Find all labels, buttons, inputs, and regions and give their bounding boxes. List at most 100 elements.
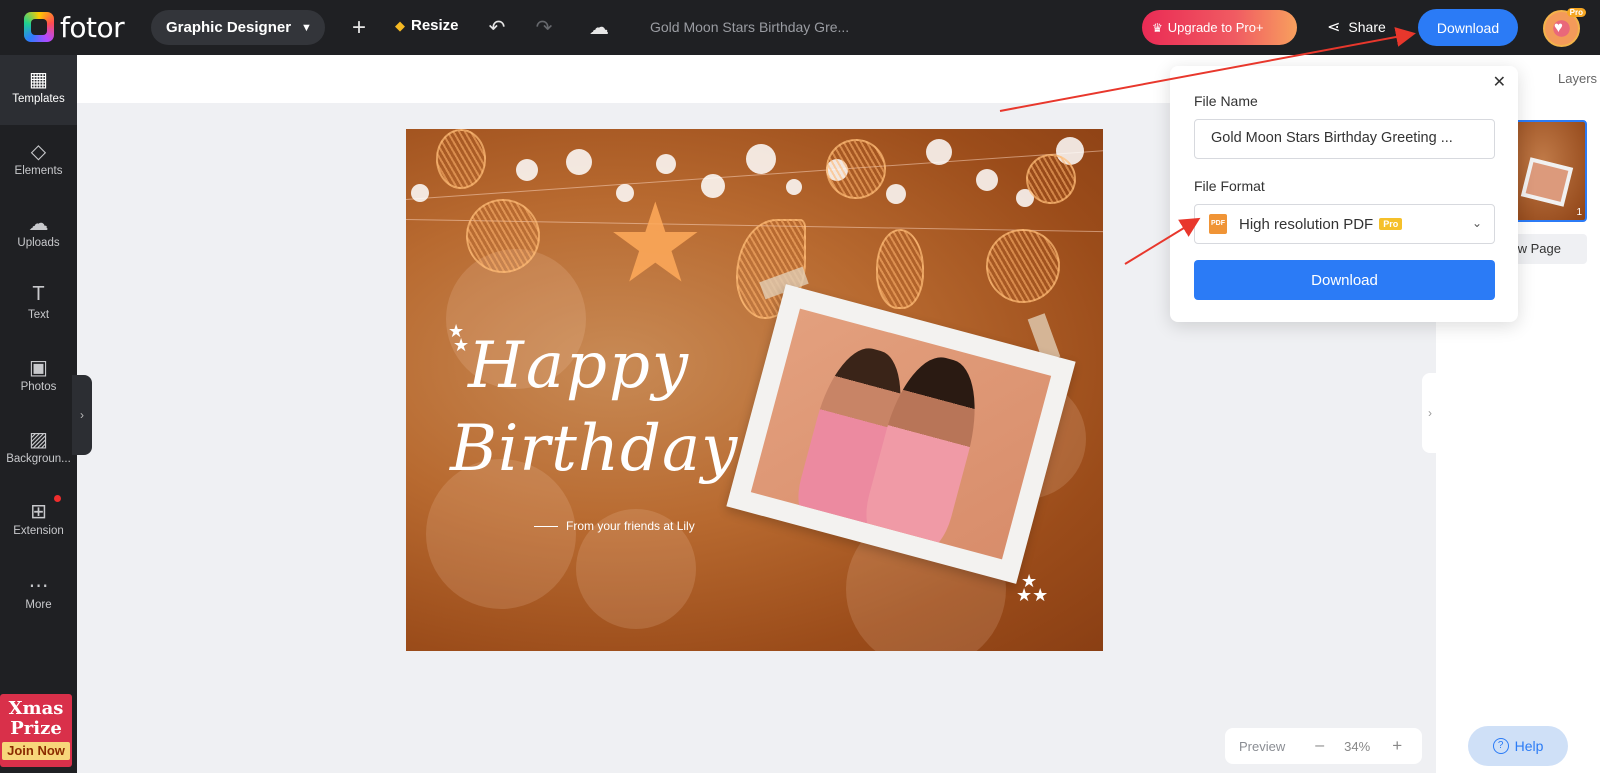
new-page-button[interactable]: New Page [1513, 234, 1587, 264]
chevron-down-icon: ▼ [301, 21, 312, 34]
card-subtitle[interactable]: From your friends at Lily [534, 519, 695, 533]
gem-icon: ◆ [395, 17, 405, 33]
sidebar-collapse-toggle[interactable]: › [72, 375, 92, 455]
extension-icon: ⊞ [30, 501, 47, 523]
share-button[interactable]: ⋖ Share [1327, 17, 1386, 37]
sidebar-item-label: More [25, 599, 52, 611]
zoom-in-button[interactable]: + [1392, 736, 1402, 756]
bokeh-light [656, 154, 676, 174]
zoom-out-button[interactable]: – [1315, 737, 1324, 755]
sidebar-item-uploads[interactable]: ☁ Uploads [0, 199, 77, 269]
resize-button[interactable]: ◆ Resize [395, 17, 459, 34]
bokeh-light [746, 144, 776, 174]
promo-line2: Prize [10, 718, 62, 739]
tab-layers[interactable]: Layers [1558, 71, 1597, 86]
file-format-value: High resolution PDF [1239, 215, 1374, 233]
upgrade-label: Upgrade to Pro+ [1167, 20, 1264, 35]
join-now-button[interactable]: Join Now [2, 742, 70, 760]
ornament-ball [466, 199, 540, 273]
sidebar-item-label: Elements [14, 165, 63, 177]
zoom-level[interactable]: 34% [1344, 739, 1370, 754]
page-thumbnail[interactable]: 1 [1513, 120, 1587, 222]
help-button[interactable]: ? Help [1468, 726, 1568, 766]
text-icon: T [32, 283, 45, 305]
sidebar-item-text[interactable]: T Text [0, 271, 77, 341]
heart-icon: ♥ [1554, 19, 1563, 36]
thumbnail-photo [1520, 157, 1574, 207]
sparkle-stars-icon: ★ ★ [448, 321, 470, 355]
download-popover: ✕ File Name Gold Moon Stars Birthday Gre… [1170, 66, 1518, 322]
file-name-input[interactable]: Gold Moon Stars Birthday Greeting ... [1194, 119, 1495, 159]
templates-icon: ▦ [29, 69, 48, 91]
cloud-save-icon[interactable]: ☁ [585, 14, 613, 42]
avatar[interactable]: ♥ Pro [1543, 8, 1586, 47]
sidebar-item-more[interactable]: ⋯ More [0, 561, 77, 631]
fotor-logo[interactable]: fotor [24, 10, 125, 44]
portrait-photo [750, 308, 1052, 560]
sidebar-item-elements[interactable]: ◇ Elements [0, 127, 77, 197]
upload-icon: ☁ [28, 213, 49, 235]
plus-icon[interactable]: + [345, 14, 373, 42]
design-canvas[interactable]: ★ ★ ★ ★ ★★ Happy Birthday From your frien… [406, 129, 1103, 651]
background-icon: ▨ [29, 429, 48, 451]
file-name-label: File Name [1194, 93, 1258, 109]
zoom-controls: Preview – 34% + [1225, 728, 1422, 764]
file-format-label: File Format [1194, 178, 1265, 194]
bokeh-light [926, 139, 952, 165]
bokeh-light [976, 169, 998, 191]
page-number: 1 [1576, 207, 1582, 218]
sidebar-item-extension[interactable]: ⊞ Extension [0, 487, 77, 557]
mode-dropdown-button[interactable]: Graphic Designer ▼ [151, 10, 325, 45]
bokeh-light [786, 179, 802, 195]
sidebar-item-label: Text [27, 309, 50, 321]
notification-dot [54, 495, 61, 502]
ornament-ball [986, 229, 1060, 303]
mode-label: Graphic Designer [166, 19, 292, 36]
resize-label: Resize [411, 17, 459, 34]
sidebar-item-label: Backgroun... [6, 453, 71, 465]
sidebar-item-label: Extension [13, 525, 64, 537]
chevron-right-icon: › [1428, 406, 1432, 420]
bokeh-light [566, 149, 592, 175]
pdf-file-icon: PDF [1209, 214, 1227, 234]
ornament-ball [876, 229, 924, 309]
redo-icon[interactable]: ↷ [530, 14, 558, 42]
sidebar-item-photos[interactable]: ▣ Photos [0, 343, 77, 413]
photos-icon: ▣ [29, 357, 48, 379]
more-icon: ⋯ [28, 575, 49, 597]
ornament-ball [436, 129, 486, 189]
xmas-prize-promo[interactable]: Xmas Prize Join Now [0, 694, 72, 767]
right-panel-toggle[interactable]: › [1422, 373, 1438, 453]
photo-frame[interactable] [726, 284, 1076, 584]
sidebar-item-label: Uploads [17, 237, 60, 249]
pro-badge: Pro [1566, 8, 1586, 17]
chevron-down-icon: ⌄ [1471, 216, 1482, 230]
left-sidebar: ▦ Templates ◇ Elements ☁ Uploads T Text … [0, 55, 77, 773]
top-bar: fotor Graphic Designer ▼ + ◆ Resize ↶ ↷ … [0, 0, 1600, 55]
file-format-select[interactable]: PDF High resolution PDF Pro ⌄ [1194, 204, 1495, 244]
crown-icon: ♛ [1152, 20, 1163, 35]
popover-download-button[interactable]: Download [1194, 260, 1495, 300]
bokeh-light [886, 184, 906, 204]
help-label: Help [1514, 738, 1544, 754]
bokeh-light [411, 184, 429, 202]
ornament-ball [826, 139, 886, 199]
sidebar-item-background[interactable]: ▨ Backgroun... [0, 415, 77, 485]
undo-icon[interactable]: ↶ [483, 14, 511, 42]
elements-icon: ◇ [30, 141, 47, 163]
sidebar-item-templates[interactable]: ▦ Templates [0, 55, 77, 125]
upgrade-button[interactable]: ♛ Upgrade to Pro+ [1142, 10, 1297, 45]
pro-badge: Pro [1379, 218, 1403, 230]
chevron-right-icon: › [80, 408, 84, 422]
download-button[interactable]: Download [1418, 9, 1518, 46]
bokeh-light [516, 159, 538, 181]
ornament-ball [1026, 154, 1076, 204]
sparkle-stars-icon: ★ ★★ [1016, 571, 1049, 605]
close-icon[interactable]: ✕ [1493, 72, 1506, 92]
sidebar-item-label: Templates [12, 93, 65, 105]
card-heading-happy[interactable]: Happy [468, 329, 690, 403]
logo-text: fotor [60, 10, 125, 44]
card-heading-birthday[interactable]: Birthday [450, 412, 738, 486]
preview-button[interactable]: Preview [1239, 739, 1285, 754]
document-title[interactable]: Gold Moon Stars Birthday Gre... [650, 19, 849, 35]
